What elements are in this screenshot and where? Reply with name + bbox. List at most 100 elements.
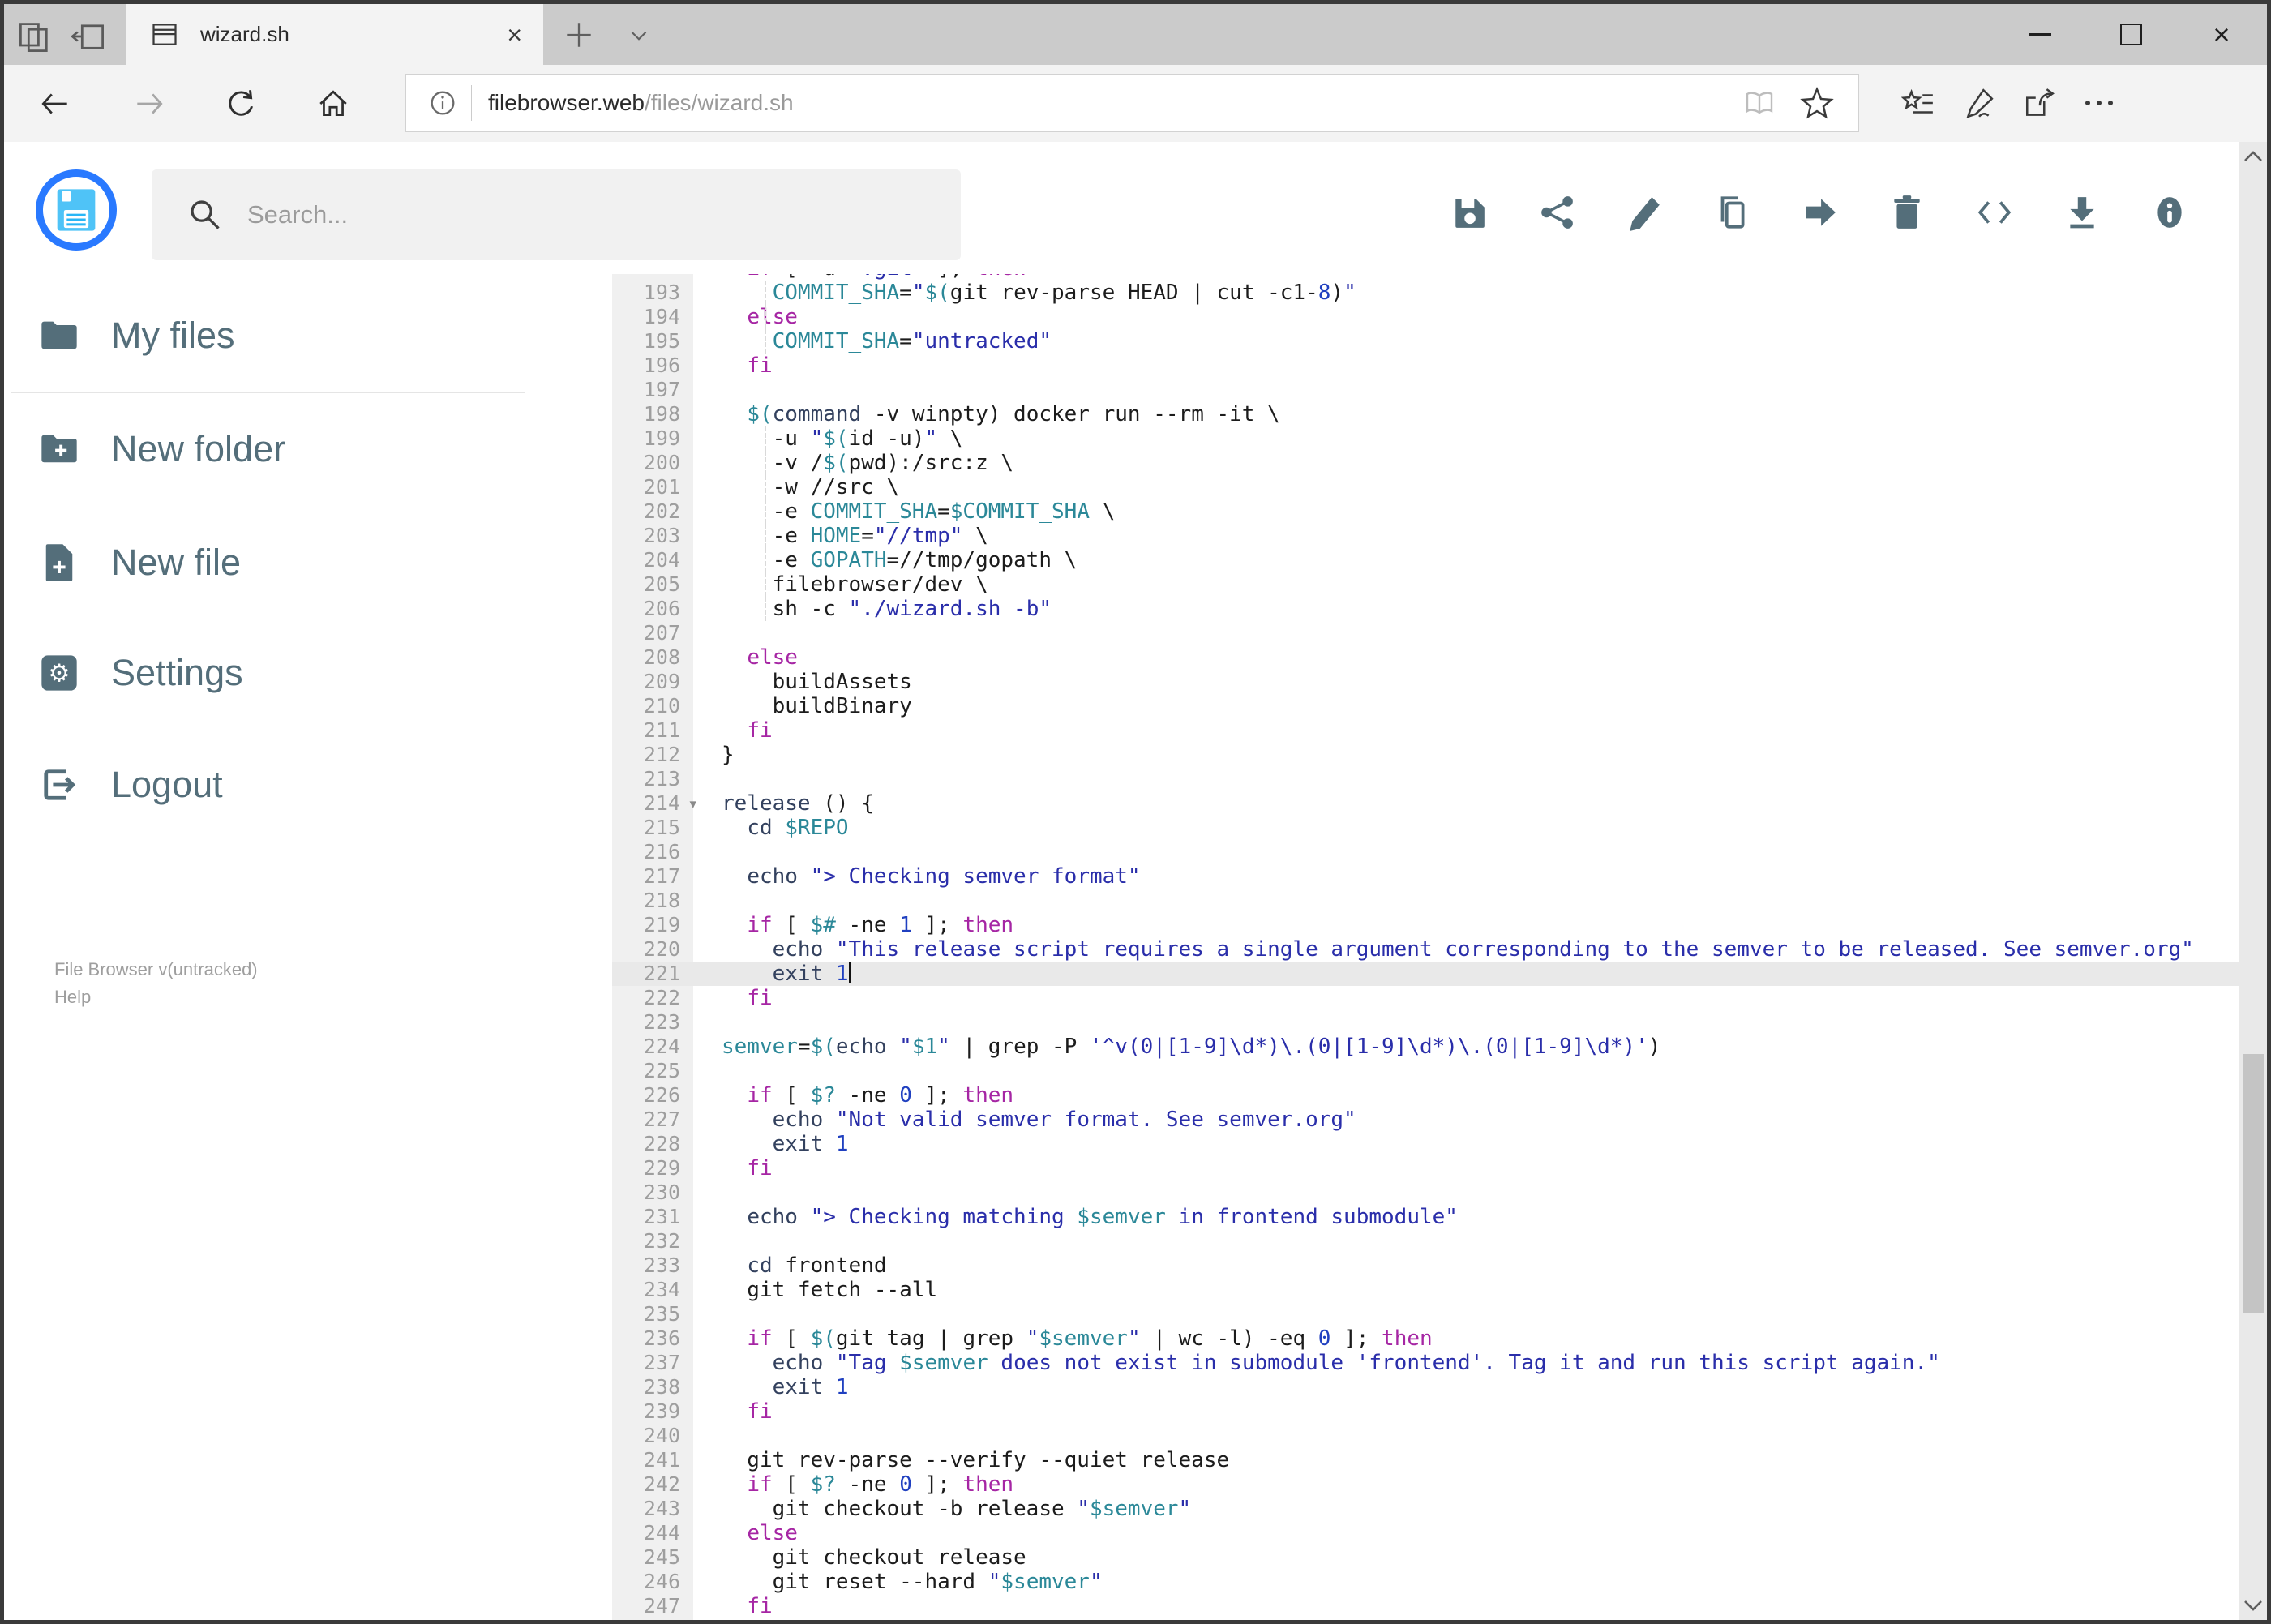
code-line[interactable]: 219 if [ $# -ne 1 ]; then <box>612 913 2239 937</box>
code-line[interactable]: 235 <box>612 1302 2239 1326</box>
code-line[interactable]: 245 git checkout release <box>612 1545 2239 1570</box>
scrollbar-thumb[interactable] <box>2243 1054 2264 1313</box>
filebrowser-logo[interactable] <box>36 169 117 251</box>
code-line[interactable]: 206 sh -c "./wizard.sh -b" <box>612 597 2239 621</box>
scroll-up-icon[interactable] <box>2239 144 2267 171</box>
code-line[interactable]: 239 fi <box>612 1399 2239 1424</box>
code-line[interactable]: 236 if [ $(git tag | grep "$semver" | wc… <box>612 1326 2239 1351</box>
code-line[interactable]: 228 exit 1 <box>612 1132 2239 1156</box>
share-icon[interactable] <box>2023 87 2057 121</box>
minimize-button[interactable] <box>1995 4 2085 65</box>
code-line[interactable]: 242 if [ $? -ne 0 ]; then <box>612 1472 2239 1497</box>
rename-button[interactable] <box>1626 194 1663 231</box>
code-line[interactable]: 229 fi <box>612 1156 2239 1181</box>
set-tabs-aside-icon[interactable] <box>67 15 109 54</box>
code-line[interactable]: 209 buildAssets <box>612 670 2239 694</box>
code-line[interactable]: 230 <box>612 1181 2239 1205</box>
code-line[interactable]: 198 $(command -v winpty) docker run --rm… <box>612 402 2239 426</box>
sidebar-item-my-files[interactable]: My files <box>38 302 492 370</box>
code-line[interactable]: 246 git reset --hard "$semver" <box>612 1570 2239 1594</box>
tab-close-icon[interactable]: × <box>507 22 522 48</box>
site-info-icon[interactable] <box>427 88 458 118</box>
code-line[interactable]: 232 <box>612 1229 2239 1253</box>
favorite-star-icon[interactable] <box>1800 86 1834 120</box>
hub-favorites-icon[interactable] <box>1901 87 1935 121</box>
refresh-icon[interactable] <box>225 87 259 121</box>
code-line[interactable]: 204 -e GOPATH=//tmp/gopath \ <box>612 548 2239 572</box>
code-editor[interactable]: if [ -d ".git" ]; then193 COMMIT_SHA="$(… <box>612 274 2239 1620</box>
reading-view-icon[interactable] <box>1743 87 1776 119</box>
code-line[interactable]: 241 git rev-parse --verify --quiet relea… <box>612 1448 2239 1472</box>
download-button[interactable] <box>2063 194 2101 231</box>
code-line[interactable]: 231 echo "> Checking matching $semver in… <box>612 1205 2239 1229</box>
raw-code-button[interactable] <box>1976 194 2013 231</box>
code-line[interactable]: 243 git checkout -b release "$semver" <box>612 1497 2239 1521</box>
code-line[interactable]: 213 <box>612 767 2239 791</box>
code-line[interactable]: 194 else <box>612 305 2239 329</box>
forward-icon[interactable] <box>132 87 166 121</box>
save-button[interactable] <box>1450 194 1488 231</box>
close-button[interactable]: × <box>2176 4 2267 65</box>
move-button[interactable] <box>1801 194 1838 231</box>
code-line[interactable]: 224 semver=$(echo "$1" | grep -P '^v(0|[1… <box>612 1035 2239 1059</box>
code-line[interactable]: 240 <box>612 1424 2239 1448</box>
search-input[interactable] <box>246 199 898 230</box>
code-line[interactable]: 247 fi <box>612 1594 2239 1618</box>
code-line[interactable]: 212} <box>612 743 2239 767</box>
code-line[interactable]: 226 if [ $? -ne 0 ]; then <box>612 1083 2239 1108</box>
back-icon[interactable] <box>38 87 72 121</box>
code-line[interactable]: 203 -e HOME="//tmp" \ <box>612 524 2239 548</box>
info-button[interactable] <box>2151 194 2188 231</box>
code-line[interactable]: 222 fi <box>612 986 2239 1010</box>
code-line[interactable]: 214 ▾ release () { <box>612 791 2239 816</box>
tab-preview-toggle-icon[interactable] <box>14 15 56 54</box>
tab-list-chevron-icon[interactable] <box>625 22 653 49</box>
code-line[interactable]: 193 COMMIT_SHA="$(git rev-parse HEAD | c… <box>612 281 2239 305</box>
code-line[interactable]: 217 echo "> Checking semver format" <box>612 864 2239 889</box>
code-line[interactable]: 196 fi <box>612 354 2239 378</box>
browser-tab[interactable]: wizard.sh × <box>126 4 543 65</box>
vertical-scrollbar[interactable] <box>2239 142 2267 1620</box>
annotate-pen-icon[interactable] <box>1961 87 1995 121</box>
code-line[interactable]: 216 <box>612 840 2239 864</box>
more-options-icon[interactable] <box>2081 94 2117 112</box>
code-line[interactable]: 218 <box>612 889 2239 913</box>
copy-button[interactable] <box>1713 194 1750 231</box>
code-line[interactable]: 207 <box>612 621 2239 645</box>
sidebar-item-logout[interactable]: Logout <box>38 751 492 819</box>
code-line[interactable]: 201 -w //src \ <box>612 475 2239 499</box>
new-tab-button[interactable] <box>562 18 596 52</box>
code-line[interactable]: 233 cd frontend <box>612 1253 2239 1278</box>
delete-button[interactable] <box>1888 194 1926 231</box>
code-line[interactable]: 210 buildBinary <box>612 694 2239 718</box>
code-line[interactable]: 211 fi <box>612 718 2239 743</box>
code-line[interactable]: 244 else <box>612 1521 2239 1545</box>
sidebar-item-new-file[interactable]: New file <box>38 529 492 597</box>
code-line[interactable]: 195 COMMIT_SHA="untracked" <box>612 329 2239 354</box>
code-line[interactable]: 208 else <box>612 645 2239 670</box>
code-line[interactable]: 202 -e COMMIT_SHA=$COMMIT_SHA \ <box>612 499 2239 524</box>
code-line[interactable]: if [ -d ".git" ]; then <box>612 274 2239 281</box>
sidebar-item-settings[interactable]: ⚙ Settings <box>38 639 492 707</box>
code-line[interactable]: 234 git fetch --all <box>612 1278 2239 1302</box>
code-line[interactable]: 220 echo "This release script requires a… <box>612 937 2239 962</box>
code-line[interactable]: 199 -u "$(id -u)" \ <box>612 426 2239 451</box>
maximize-button[interactable] <box>2085 4 2176 65</box>
home-icon[interactable] <box>316 87 350 121</box>
code-line[interactable]: 197 <box>612 378 2239 402</box>
line-number: 206 <box>643 597 680 620</box>
code-line[interactable]: 238 exit 1 <box>612 1375 2239 1399</box>
sidebar-item-new-folder[interactable]: New folder <box>38 415 492 483</box>
code-line[interactable]: 225 <box>612 1059 2239 1083</box>
code-line[interactable]: 215 cd $REPO <box>612 816 2239 840</box>
url-field[interactable]: filebrowser.web/files/wizard.sh <box>405 74 1859 132</box>
code-line[interactable]: 227 echo "Not valid semver format. See s… <box>612 1108 2239 1132</box>
code-line[interactable]: 200 -v /$(pwd):/src:z \ <box>612 451 2239 475</box>
code-line[interactable]: 223 <box>612 1010 2239 1035</box>
help-link[interactable]: Help <box>54 987 91 1008</box>
share-file-button[interactable] <box>1538 194 1575 231</box>
code-line[interactable]: 221 exit 1 <box>612 962 2239 986</box>
code-line[interactable]: 237 echo "Tag $semver does not exist in … <box>612 1351 2239 1375</box>
scroll-down-icon[interactable] <box>2239 1591 2267 1618</box>
code-line[interactable]: 205 filebrowser/dev \ <box>612 572 2239 597</box>
